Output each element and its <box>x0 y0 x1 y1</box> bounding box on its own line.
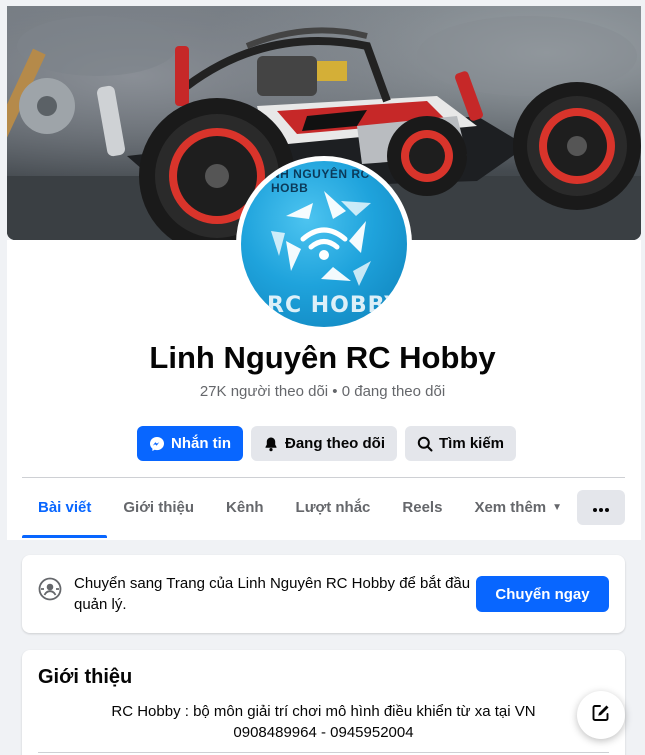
intro-card: Giới thiệu RC Hobby : bộ môn giải trí ch… <box>22 650 625 755</box>
tab-channel[interactable]: Kênh <box>210 478 280 536</box>
tab-reels[interactable]: Reels <box>386 478 458 536</box>
tab-see-more-label: Xem thêm <box>474 498 547 516</box>
message-button[interactable]: Nhắn tin <box>137 426 243 461</box>
intro-bio-line2: 0908489964 - 0945952004 <box>233 724 414 741</box>
message-button-label: Nhắn tin <box>171 435 231 452</box>
tab-reels-label: Reels <box>402 498 443 516</box>
search-button-label: Tìm kiếm <box>439 435 505 452</box>
profile-page: NH NGUYÊN RC HOBB RC HOBBY Linh Nguyên R… <box>0 0 645 755</box>
avatar[interactable]: NH NGUYÊN RC HOBB RC HOBBY <box>241 161 407 327</box>
more-dots-icon <box>593 499 609 517</box>
following-button[interactable]: Đang theo dõi <box>251 426 397 461</box>
tab-mentions-label: Lượt nhắc <box>295 498 371 516</box>
search-button[interactable]: Tìm kiếm <box>405 426 517 461</box>
page-title: Linh Nguyên RC Hobby <box>149 340 496 375</box>
profile-switch-icon <box>38 577 62 601</box>
switch-now-button[interactable]: Chuyển ngay <box>476 576 609 612</box>
profile-tabs: Bài viết Giới thiệu Kênh Lượt nhắc Reels… <box>22 478 578 538</box>
messenger-icon <box>149 436 165 452</box>
caret-down-icon: ▼ <box>552 501 563 513</box>
following-button-label: Đang theo dõi <box>285 435 385 452</box>
tab-channel-label: Kênh <box>226 498 264 516</box>
search-icon <box>417 436 433 452</box>
switch-profile-card: Chuyển sang Trang của Linh Nguyên RC Hob… <box>22 555 625 633</box>
intro-title: Giới thiệu <box>38 666 133 688</box>
compose-icon <box>591 703 611 728</box>
tab-about-label: Giới thiệu <box>123 498 195 516</box>
avatar-logo-text: RC HOBBY <box>267 293 402 318</box>
bell-icon <box>263 436 279 452</box>
avatar-top-text: NH NGUYÊN RC HOBB <box>271 167 370 195</box>
tab-mentions[interactable]: Lượt nhắc <box>280 478 387 536</box>
profile-actions: Nhắn tin Đang theo dõi Tìm kiếm <box>137 426 517 461</box>
tab-about[interactable]: Giới thiệu <box>107 478 210 536</box>
compose-button[interactable] <box>577 691 625 739</box>
more-options-button[interactable] <box>577 490 625 525</box>
intro-bio-line1: RC Hobby : bộ môn giải trí chơi mô hình … <box>111 703 536 720</box>
tab-posts[interactable]: Bài viết <box>22 478 108 538</box>
tab-posts-label: Bài viết <box>38 498 92 516</box>
tab-see-more[interactable]: Xem thêm ▼ <box>458 478 578 536</box>
intro-divider <box>38 752 609 753</box>
switch-profile-text: Chuyển sang Trang của Linh Nguyên RC Hob… <box>74 575 471 613</box>
follower-stats[interactable]: 27K người theo dõi • 0 đang theo dõi <box>0 383 645 400</box>
